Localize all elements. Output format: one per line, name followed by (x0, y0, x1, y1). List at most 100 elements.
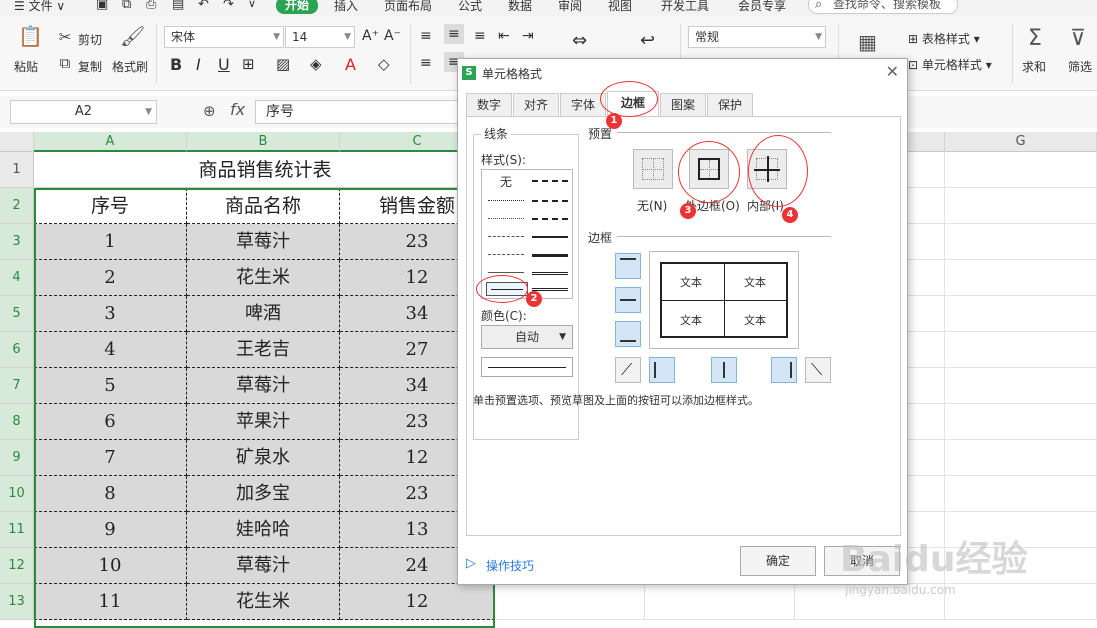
table-cell[interactable]: 加多宝 (187, 476, 340, 512)
row-header[interactable]: 12 (0, 548, 34, 584)
font-name-select[interactable]: 宋体 ▼ (164, 26, 284, 48)
line-style-none[interactable]: 无 (500, 173, 512, 190)
align-middle-icon[interactable]: ≡ (444, 24, 464, 44)
header-cell[interactable]: 商品名称 (187, 188, 340, 224)
tab-alignment[interactable]: 对齐 (513, 93, 559, 117)
table-cell[interactable]: 啤酒 (187, 296, 340, 332)
table-cell[interactable]: 王老吉 (187, 332, 340, 368)
table-cell[interactable]: 矿泉水 (187, 440, 340, 476)
conditional-format-icon[interactable]: ▦ (858, 30, 877, 54)
row-header[interactable]: 1 (0, 152, 34, 188)
format-painter-icon[interactable]: 🖌 (120, 24, 145, 48)
menu-file[interactable]: ☰ 文件 ∨ (14, 0, 65, 14)
underline-icon[interactable]: U (218, 55, 230, 74)
export-icon[interactable]: ⧉ (122, 0, 131, 12)
border-right-button[interactable] (771, 357, 797, 383)
table-cell[interactable]: 3 (34, 296, 187, 332)
tab-page-layout[interactable]: 页面布局 (384, 0, 432, 14)
paste-button[interactable]: 粘贴 (14, 58, 38, 75)
row-header[interactable]: 5 (0, 296, 34, 332)
line-style-option[interactable] (532, 254, 568, 257)
cut-button[interactable]: 剪切 (78, 31, 102, 48)
empty-cell[interactable] (945, 152, 1097, 188)
copy-button[interactable]: 复制 (78, 58, 102, 75)
close-icon[interactable]: ✕ (886, 62, 899, 81)
number-format-select[interactable]: 常规 ▼ (688, 26, 826, 48)
empty-cell[interactable] (945, 188, 1097, 224)
table-style-button[interactable]: ⊞ 表格样式 ▾ (908, 30, 980, 47)
line-style-option[interactable] (488, 254, 524, 255)
sum-icon[interactable]: Σ (1028, 26, 1042, 51)
empty-cell[interactable] (945, 440, 1097, 476)
redo-icon[interactable]: ↷ (223, 0, 234, 12)
row-header[interactable]: 13 (0, 584, 34, 620)
line-style-option[interactable] (532, 288, 568, 291)
tips-icon[interactable]: ▷ (466, 556, 476, 571)
row-header[interactable]: 10 (0, 476, 34, 512)
border-diagonal-down-button[interactable]: ⟍ (805, 357, 831, 383)
print-icon[interactable]: ⎙ (146, 0, 156, 12)
align-top-icon[interactable]: ≡ (420, 28, 432, 44)
row-header[interactable]: 4 (0, 260, 34, 296)
line-style-option[interactable] (532, 272, 568, 275)
line-style-option[interactable] (532, 200, 568, 202)
border-middle-horizontal-button[interactable] (615, 287, 641, 313)
tab-formulas[interactable]: 公式 (458, 0, 482, 14)
table-cell[interactable]: 草莓汁 (187, 548, 340, 584)
table-cell[interactable]: 12 (340, 584, 495, 620)
indent-increase-icon[interactable]: ⇥ (522, 28, 534, 44)
row-header[interactable]: 2 (0, 188, 34, 224)
border-middle-vertical-button[interactable] (711, 357, 737, 383)
undo-icon[interactable]: ↶ (198, 0, 209, 12)
border-bottom-button[interactable] (615, 321, 641, 347)
fill-color-icon[interactable]: ◈ (310, 55, 322, 73)
font-size-select[interactable]: 14 ▼ (285, 26, 355, 48)
table-cell[interactable]: 娃哈哈 (187, 512, 340, 548)
line-style-option[interactable] (532, 218, 568, 220)
table-title[interactable]: 商品销售统计表 (35, 152, 495, 188)
decrease-font-icon[interactable]: A⁻ (384, 28, 401, 44)
empty-cell[interactable] (945, 404, 1097, 440)
align-bottom-icon[interactable]: ≡ (474, 28, 486, 44)
tab-number[interactable]: 数字 (466, 93, 512, 117)
header-cell[interactable]: 序号 (34, 188, 187, 224)
line-style-option[interactable] (488, 218, 524, 219)
border-left-button[interactable] (649, 357, 675, 383)
cut-icon[interactable]: ✂ (56, 28, 74, 46)
line-style-option[interactable] (488, 200, 524, 201)
border-icon[interactable]: ⊞ (242, 55, 255, 73)
save-icon[interactable]: ▣ (96, 0, 108, 12)
table-cell[interactable]: 11 (34, 584, 187, 620)
empty-cell[interactable] (945, 260, 1097, 296)
table-cell[interactable]: 7 (34, 440, 187, 476)
row-header[interactable]: 8 (0, 404, 34, 440)
row-header[interactable]: 7 (0, 368, 34, 404)
row-header[interactable]: 11 (0, 512, 34, 548)
table-cell[interactable]: 2 (34, 260, 187, 296)
empty-cell[interactable] (945, 332, 1097, 368)
clear-format-icon[interactable]: ◇ (378, 55, 390, 73)
select-all-corner[interactable] (0, 132, 34, 152)
table-cell[interactable]: 草莓汁 (187, 368, 340, 404)
format-painter-button[interactable]: 格式刷 (112, 58, 148, 75)
increase-font-icon[interactable]: A⁺ (362, 28, 379, 44)
border-preview[interactable]: 文本 文本 文本 文本 (649, 251, 799, 349)
column-header-a[interactable]: A (34, 132, 187, 152)
table-cell[interactable]: 花生米 (187, 584, 340, 620)
table-cell[interactable]: 1 (34, 224, 187, 260)
table-cell[interactable]: 花生米 (187, 260, 340, 296)
empty-cell[interactable] (945, 476, 1097, 512)
bold-icon[interactable]: B (170, 55, 182, 74)
empty-cell[interactable] (945, 296, 1097, 332)
table-cell[interactable]: 苹果汁 (187, 404, 340, 440)
color-select[interactable]: 自动 ▼ (481, 325, 573, 349)
border-diagonal-up-button[interactable]: ⟋ (615, 357, 641, 383)
tips-link[interactable]: 操作技巧 (486, 557, 534, 574)
merge-cells-icon[interactable]: ⇔ (572, 30, 587, 51)
preset-none-button[interactable] (633, 149, 673, 189)
line-style-option[interactable] (532, 180, 568, 182)
paste-icon[interactable]: 📋 (18, 24, 43, 48)
copy-icon[interactable]: ⧉ (56, 54, 74, 72)
column-header-g[interactable]: G (945, 132, 1097, 152)
name-box[interactable]: A2 ▼ (10, 100, 157, 124)
